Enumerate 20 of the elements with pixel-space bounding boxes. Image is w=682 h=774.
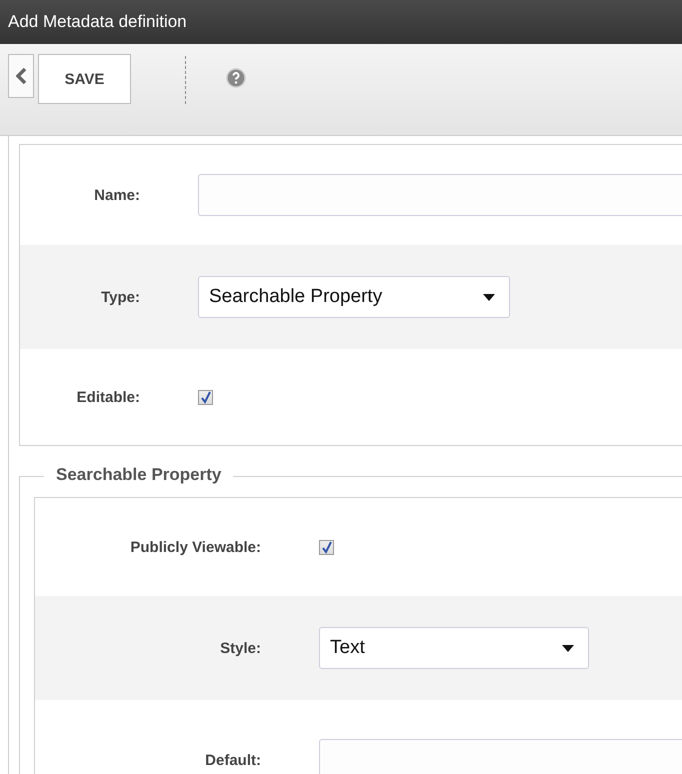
field-label: Editable:	[76, 388, 140, 406]
field-label: Type:	[100, 288, 140, 306]
field-label: Name:	[93, 186, 140, 204]
caret-icon	[483, 294, 495, 300]
help-icon[interactable]	[226, 68, 246, 88]
field-label: Publicly Viewable:	[129, 538, 261, 556]
field-label: Style:	[219, 640, 261, 656]
chevron-left-icon	[16, 68, 26, 84]
fieldset-legend: Searchable Property	[44, 465, 234, 485]
save-button[interactable]: SAVE	[38, 54, 131, 104]
text-field[interactable]	[198, 174, 682, 216]
window-title: Add Metadata definition	[0, 0, 682, 44]
dropdown[interactable]: Searchable Property	[198, 276, 510, 318]
text-field[interactable]	[319, 739, 682, 774]
checkbox[interactable]	[319, 540, 334, 554]
caret-icon	[562, 644, 574, 652]
checkbox[interactable]	[198, 390, 213, 404]
dropdown[interactable]: Text	[319, 627, 589, 669]
field-label: Default:	[204, 752, 261, 768]
back-button[interactable]	[8, 54, 34, 98]
